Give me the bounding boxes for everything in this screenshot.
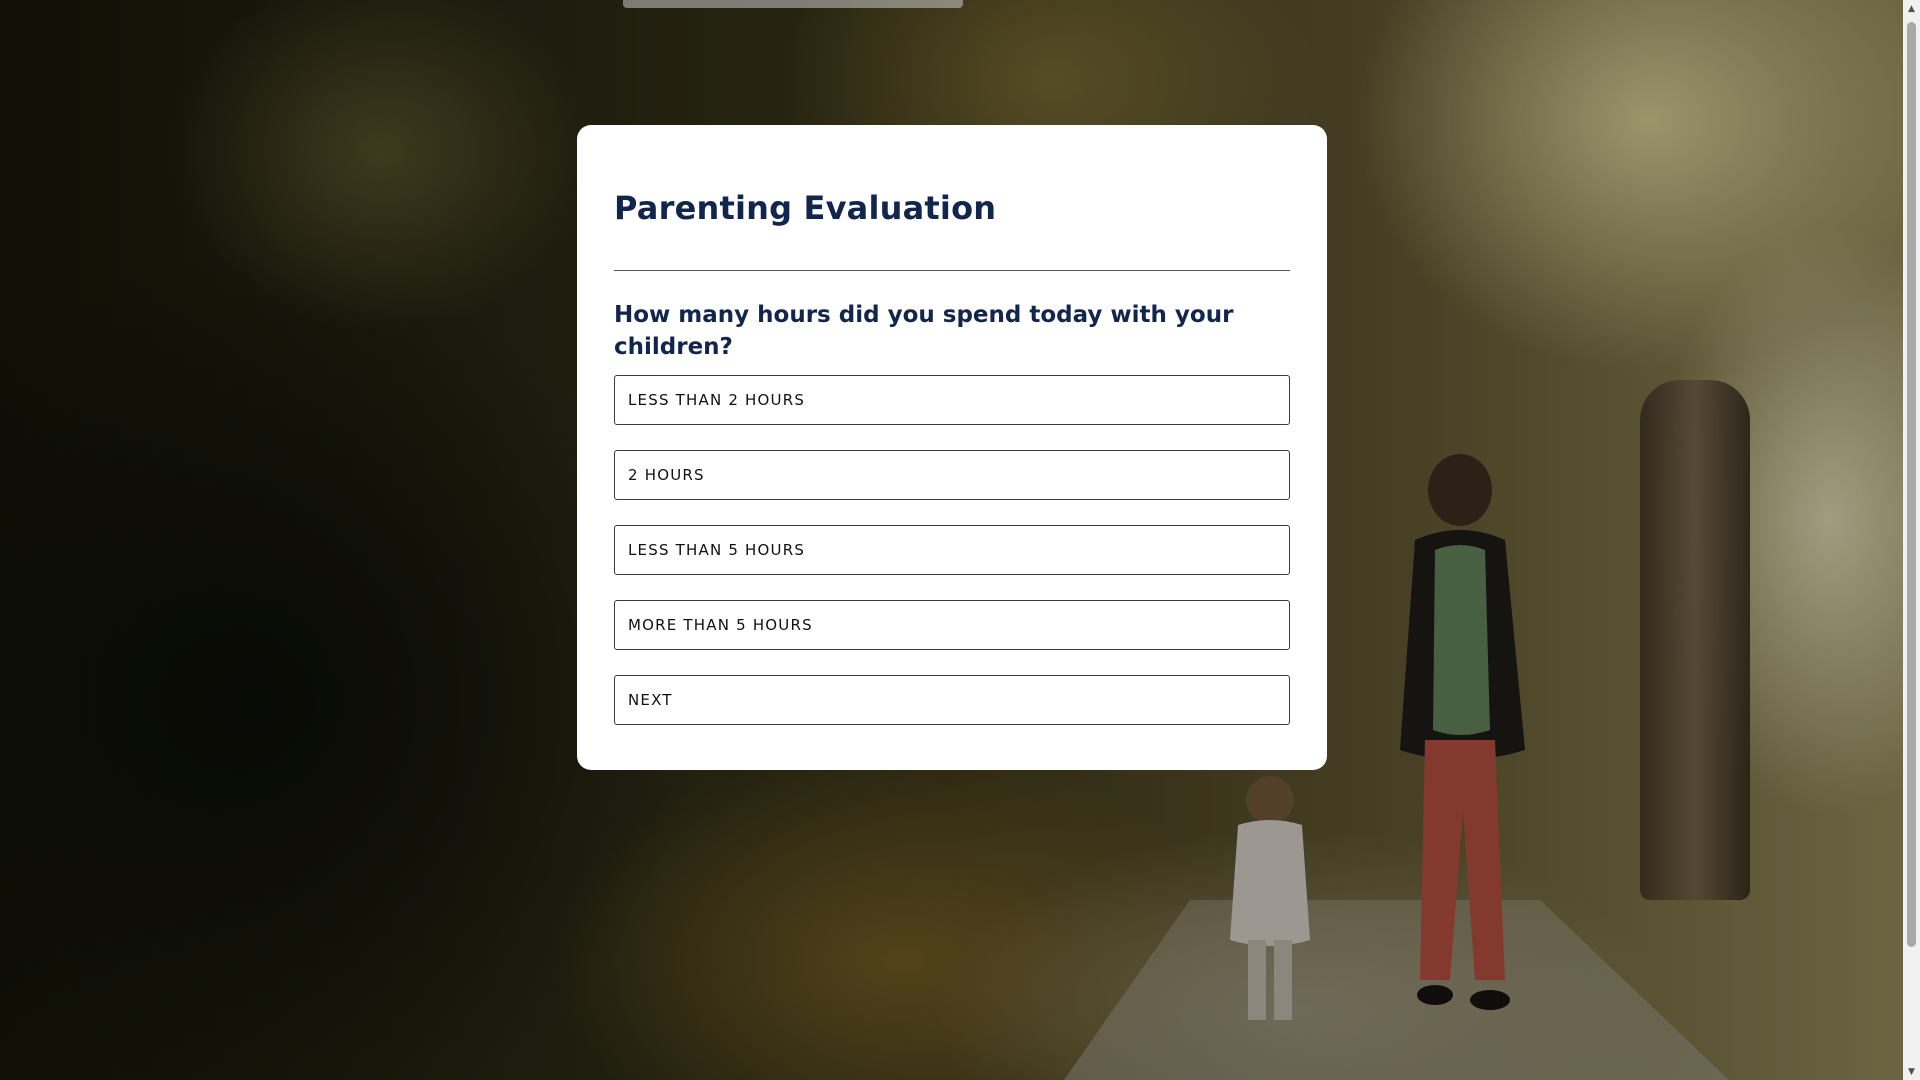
- scrollbar-thumb[interactable]: [1907, 22, 1916, 947]
- next-button[interactable]: NEXT: [614, 675, 1290, 725]
- option-label: LESS THAN 5 HOURS: [628, 541, 806, 559]
- option-less-than-2-hours[interactable]: LESS THAN 2 HOURS: [614, 375, 1290, 425]
- title-divider: [614, 270, 1290, 271]
- top-edge-strip: [623, 0, 963, 8]
- option-label: MORE THAN 5 HOURS: [628, 616, 813, 634]
- quiz-question: How many hours did you spend today with …: [614, 302, 1234, 360]
- vertical-scrollbar[interactable]: ▲ ▼: [1903, 0, 1920, 1080]
- chevron-up-icon[interactable]: ▲: [1903, 0, 1920, 17]
- next-button-label: NEXT: [628, 691, 673, 709]
- page-viewport: Parenting Evaluation How many hours did …: [0, 0, 1903, 1080]
- chevron-down-icon[interactable]: ▼: [1903, 1063, 1920, 1080]
- option-label: 2 HOURS: [628, 466, 705, 484]
- answer-options: LESS THAN 2 HOURS 2 HOURS LESS THAN 5 HO…: [614, 375, 1290, 725]
- option-less-than-5-hours[interactable]: LESS THAN 5 HOURS: [614, 525, 1290, 575]
- quiz-title: Parenting Evaluation: [614, 189, 997, 227]
- option-2-hours[interactable]: 2 HOURS: [614, 450, 1290, 500]
- option-more-than-5-hours[interactable]: MORE THAN 5 HOURS: [614, 600, 1290, 650]
- option-label: LESS THAN 2 HOURS: [628, 391, 806, 409]
- quiz-card: Parenting Evaluation How many hours did …: [577, 125, 1327, 770]
